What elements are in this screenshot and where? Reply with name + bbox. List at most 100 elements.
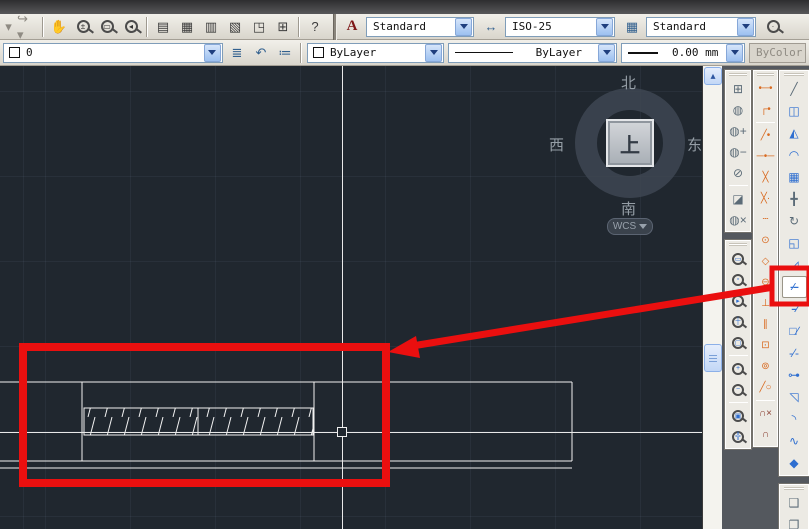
remove-view-button[interactable]: ◍− xyxy=(728,141,749,162)
chamfer-button[interactable]: ◹ xyxy=(782,386,807,408)
array-button[interactable]: ▦ xyxy=(782,166,807,188)
mirror-button[interactable]: ◭ xyxy=(782,122,807,144)
named-views-button[interactable]: ◍ xyxy=(728,99,749,120)
explode-button[interactable]: ◆ xyxy=(782,452,807,474)
chevron-down-icon[interactable] xyxy=(203,43,221,62)
sheet-set-manager-button[interactable]: ▧ xyxy=(224,16,246,38)
chevron-down-icon[interactable] xyxy=(598,43,616,62)
scale-button[interactable]: ◱ xyxy=(782,232,807,254)
erase-button[interactable]: ╱ xyxy=(782,78,807,100)
bring-to-front-button[interactable]: ❑ xyxy=(782,492,807,514)
markup-set-manager-button[interactable]: ◳ xyxy=(248,16,270,38)
text-style-button[interactable]: A xyxy=(341,16,363,38)
viewcube[interactable]: 北 南 西 东 上 xyxy=(549,75,702,218)
zoom-dynamic-button[interactable]: ▫ xyxy=(728,269,749,290)
menubar xyxy=(0,0,809,14)
properties-palette-button[interactable]: ▤ xyxy=(152,16,174,38)
zoom-out-button[interactable]: − xyxy=(728,379,749,400)
style-tool-button[interactable]: · xyxy=(762,16,784,38)
fillet-button[interactable]: ◝ xyxy=(782,408,807,430)
viewcube-west-label[interactable]: 西 xyxy=(549,134,564,155)
vertical-scrollbar[interactable]: ▴ xyxy=(702,66,722,529)
zoom-object-button[interactable]: ▢ xyxy=(728,332,749,353)
zoom-in-button[interactable]: + xyxy=(728,358,749,379)
snap-center-button[interactable]: ⊙ xyxy=(755,230,776,251)
snap-apparent-intersection-button[interactable]: ╳· xyxy=(755,188,776,209)
new-view-button[interactable]: ◍+ xyxy=(728,120,749,141)
snap-tracking-button[interactable]: •─• xyxy=(755,78,776,99)
snap-quadrant-button[interactable]: ◇ xyxy=(755,251,776,272)
disable-view-button[interactable]: ⊘ xyxy=(728,162,749,183)
layer-previous-button[interactable]: ↶ xyxy=(250,42,272,64)
chevron-down-icon[interactable] xyxy=(596,17,613,36)
zoom-window-toolbar-button[interactable]: ▭ xyxy=(96,16,118,38)
zoom-all-button[interactable]: ▣ xyxy=(728,405,749,426)
dim-style-button[interactable]: ↔ xyxy=(480,16,502,38)
drawing-canvas[interactable]: 北 南 西 东 上 WCS xyxy=(0,66,702,529)
snap-extension-button[interactable]: ┄ xyxy=(755,209,776,230)
linetype-combo[interactable]: ByLayer xyxy=(448,42,618,63)
snap-midpoint-button[interactable]: ─•─ xyxy=(755,146,776,167)
send-to-back-button[interactable]: ❐ xyxy=(782,514,807,529)
dim-style-combo[interactable]: ISO-25 xyxy=(505,16,615,37)
table-style-combo[interactable]: Standard xyxy=(646,16,756,37)
snap-parallel-button[interactable]: ∥ xyxy=(755,314,776,335)
stretch-button[interactable]: ◿ xyxy=(782,254,807,276)
layer-properties-button[interactable]: ≣ xyxy=(226,42,248,64)
rotate-button[interactable]: ↻ xyxy=(782,210,807,232)
chevron-down-icon[interactable] xyxy=(726,43,744,62)
pan-button[interactable]: ✋ xyxy=(48,16,70,38)
copy-button[interactable]: ◫ xyxy=(782,100,807,122)
extend-button[interactable]: --∕ xyxy=(782,298,807,320)
help-button[interactable]: ? xyxy=(304,16,326,38)
chevron-down-icon[interactable] xyxy=(455,17,472,36)
text-style-combo[interactable]: Standard xyxy=(366,16,474,37)
snap-intersection-button[interactable]: ╳ xyxy=(755,167,776,188)
undo-options-button[interactable]: ▾ xyxy=(3,16,14,38)
tool-palettes-button[interactable]: ▥ xyxy=(200,16,222,38)
wcs-button[interactable]: WCS xyxy=(607,218,653,235)
designcenter-button[interactable]: ▦ xyxy=(176,16,198,38)
snap-none-button[interactable]: ∩× xyxy=(755,403,776,424)
viewcube-south-label[interactable]: 南 xyxy=(621,198,636,219)
trim-button[interactable]: -∕-- xyxy=(781,276,807,298)
scrollbar-thumb[interactable] xyxy=(704,344,722,372)
snap-perpendicular-button[interactable]: ⊥ xyxy=(755,293,776,314)
move-button[interactable]: ╋ xyxy=(782,188,807,210)
chevron-down-icon[interactable] xyxy=(425,43,443,62)
break-at-point-button[interactable]: □∕ xyxy=(782,320,807,342)
snap-tangent-button[interactable]: ⊖ xyxy=(755,272,776,293)
viewports-button[interactable]: ⊞ xyxy=(728,78,749,99)
layer-states-button[interactable]: ≔ xyxy=(274,42,296,64)
snap-endpoint-button[interactable]: ╱• xyxy=(755,125,776,146)
zoom-previous-button[interactable]: ◂ xyxy=(120,16,142,38)
offset-button[interactable]: ◠ xyxy=(782,144,807,166)
zoom-center-button[interactable]: ┼ xyxy=(728,311,749,332)
viewcube-east-label[interactable]: 东 xyxy=(687,134,702,155)
isometric-view-button[interactable]: ◪ xyxy=(728,188,749,209)
viewcube-north-label[interactable]: 北 xyxy=(621,72,636,93)
snap-insert-button[interactable]: ⊡ xyxy=(755,335,776,356)
zoom-realtime-button[interactable]: ± xyxy=(72,16,94,38)
join-button[interactable]: ⊶ xyxy=(782,364,807,386)
zoom-extents-button[interactable]: ╬ xyxy=(728,426,749,447)
snap-nearest-button[interactable]: ╱○ xyxy=(755,377,776,398)
snap-from-button[interactable]: ┌• xyxy=(755,99,776,120)
delete-views-button[interactable]: ◍× xyxy=(728,209,749,230)
zoom-scale-button[interactable]: ▸ xyxy=(728,290,749,311)
redo-button[interactable]: ↪ ▾ xyxy=(16,11,38,42)
scroll-up-button[interactable]: ▴ xyxy=(704,67,722,85)
lineweight-combo[interactable]: 0.00 mm xyxy=(621,42,746,63)
layer-combo[interactable]: 0 xyxy=(3,42,223,63)
zoom-center-icon: ┼ xyxy=(732,315,744,328)
blend-curves-button[interactable]: ∿ xyxy=(782,430,807,452)
color-combo[interactable]: ByLayer xyxy=(306,42,445,63)
snap-node-button[interactable]: ⊚ xyxy=(755,356,776,377)
zoom-window-button[interactable]: ▭ xyxy=(728,248,749,269)
viewcube-top-face[interactable]: 上 xyxy=(606,119,654,167)
chevron-down-icon[interactable] xyxy=(737,17,754,36)
break-button[interactable]: -∕- xyxy=(782,342,807,364)
quickcalc-button[interactable]: ⊞ xyxy=(272,16,294,38)
osnap-settings-button[interactable]: ∩ xyxy=(755,424,776,445)
table-style-button[interactable]: ▦ xyxy=(621,16,643,38)
